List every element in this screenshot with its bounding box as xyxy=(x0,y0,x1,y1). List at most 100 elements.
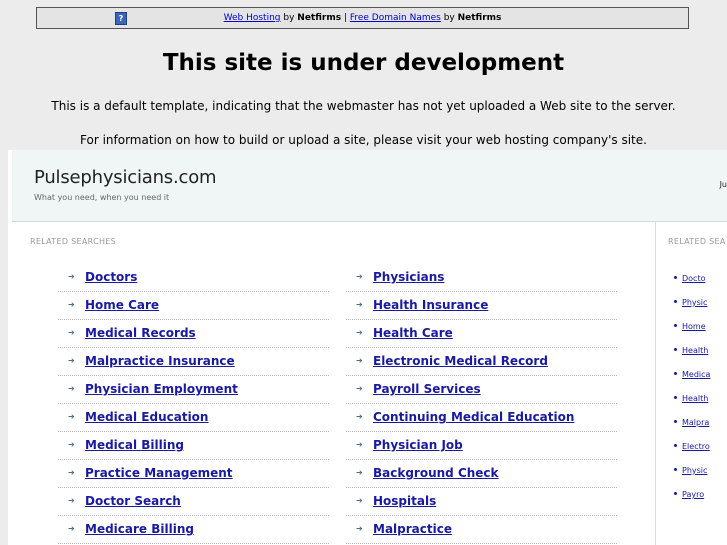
list-item: ➔ Medical Records xyxy=(58,320,329,348)
arrow-icon: ➔ xyxy=(68,524,75,533)
sidebar-link[interactable]: Medica xyxy=(682,370,710,379)
netfirms-text: Netfirms xyxy=(297,13,342,23)
hosting-info-message: For information on how to build or uploa… xyxy=(80,133,647,147)
arrow-icon: ➔ xyxy=(356,524,363,533)
bullet-icon xyxy=(674,396,677,399)
sidebar-link-item: Medica xyxy=(674,370,710,379)
arrow-icon: ➔ xyxy=(356,356,363,365)
related-search-link[interactable]: Malpractice Insurance xyxy=(85,354,235,368)
related-searches-main: RELATED SEARCHES ➔ Doctors ➔ Home Care ➔ Medi… xyxy=(12,222,656,545)
arrow-icon: ➔ xyxy=(356,412,363,421)
related-search-link[interactable]: Background Check xyxy=(373,466,499,480)
list-item: ➔ Physician Employment xyxy=(58,376,329,404)
related-search-link[interactable]: Malpractice xyxy=(373,522,452,536)
arrow-icon: ➔ xyxy=(356,272,363,281)
arrow-icon: ➔ xyxy=(68,356,75,365)
related-search-link[interactable]: Health Care xyxy=(373,326,453,340)
sidebar-link-item: Malpra xyxy=(674,418,709,427)
list-item: ➔ Doctor Search xyxy=(58,488,329,516)
sidebar-link-item: Physic xyxy=(674,298,707,307)
related-search-link[interactable]: Physician Job xyxy=(373,438,463,452)
list-item: ➔ Payroll Services xyxy=(346,376,617,404)
list-item: ➔ Background Check xyxy=(346,460,617,488)
list-item: ➔ Physician Job xyxy=(346,432,617,460)
sidebar-link-item: Health xyxy=(674,394,708,403)
related-search-link[interactable]: Medical Billing xyxy=(85,438,184,452)
web-hosting-link[interactable]: Web Hosting xyxy=(224,13,281,23)
bullet-icon xyxy=(674,492,677,495)
list-item: ➔ Medical Billing xyxy=(58,432,329,460)
banner-by-text: by xyxy=(280,13,298,23)
bullet-icon xyxy=(674,324,677,327)
netfirms-text: Netfirms xyxy=(457,13,502,23)
header-right-text: Ju xyxy=(719,180,727,189)
free-domain-link[interactable]: Free Domain Names xyxy=(350,13,441,23)
related-search-link[interactable]: Payroll Services xyxy=(373,382,481,396)
related-search-link[interactable]: Doctor Search xyxy=(85,494,181,508)
sidebar-link-item: Health xyxy=(674,346,708,355)
arrow-icon: ➔ xyxy=(68,272,75,281)
bullet-icon xyxy=(674,420,677,423)
site-header: Pulsephysicians.com What you need, when … xyxy=(12,150,727,222)
sidebar-link[interactable]: Health xyxy=(682,346,708,355)
related-search-link[interactable]: Physicians xyxy=(373,270,444,284)
hosting-banner: ? Web Hosting by Netfirms | Free Domain … xyxy=(36,7,689,29)
related-searches-label: RELATED SEARCHES xyxy=(30,237,117,246)
sidebar-label: RELATED SEA xyxy=(668,237,726,246)
list-item: ➔ Electronic Medical Record xyxy=(346,348,617,376)
question-icon[interactable]: ? xyxy=(115,12,127,25)
sidebar-link[interactable]: Docto xyxy=(682,274,705,283)
related-search-link[interactable]: Medical Records xyxy=(85,326,196,340)
arrow-icon: ➔ xyxy=(68,300,75,309)
default-template-message: This is a default template, indicating t… xyxy=(51,99,676,113)
bullet-icon xyxy=(674,372,677,375)
sidebar-link-item: Payro xyxy=(674,490,704,499)
arrow-icon: ➔ xyxy=(356,384,363,393)
related-search-link[interactable]: Electronic Medical Record xyxy=(373,354,548,368)
sidebar-link[interactable]: Payro xyxy=(682,490,704,499)
list-item: ➔ Doctors xyxy=(58,264,329,292)
right-link-column: ➔ Physicians ➔ Health Insurance ➔ Health Care… xyxy=(346,264,617,544)
related-search-link[interactable]: Practice Management xyxy=(85,466,233,480)
related-search-link[interactable]: Hospitals xyxy=(373,494,436,508)
related-search-link[interactable]: Medical Education xyxy=(85,410,208,424)
list-item: ➔ Health Insurance xyxy=(346,292,617,320)
related-search-link[interactable]: Health Insurance xyxy=(373,298,488,312)
sidebar-link-item: Docto xyxy=(674,274,705,283)
bullet-icon xyxy=(674,300,677,303)
arrow-icon: ➔ xyxy=(68,468,75,477)
sidebar-link[interactable]: Health xyxy=(682,394,708,403)
sidebar-link-item: Home xyxy=(674,322,706,331)
related-search-link[interactable]: Home Care xyxy=(85,298,159,312)
list-item: ➔ Medical Education xyxy=(58,404,329,432)
related-search-link[interactable]: Physician Employment xyxy=(85,382,238,396)
banner-separator: | xyxy=(341,13,350,23)
left-link-column: ➔ Doctors ➔ Home Care ➔ Medical Records ➔ Malpr… xyxy=(58,264,329,544)
related-search-link[interactable]: Medicare Billing xyxy=(85,522,194,536)
related-search-link[interactable]: Doctors xyxy=(85,270,137,284)
sidebar-link[interactable]: Electro xyxy=(682,442,710,451)
arrow-icon: ➔ xyxy=(356,300,363,309)
bullet-icon xyxy=(674,468,677,471)
arrow-icon: ➔ xyxy=(356,440,363,449)
sidebar-link-item: Physic xyxy=(674,466,707,475)
parked-page-frame: Pulsephysicians.com What you need, when … xyxy=(8,150,727,545)
list-item: ➔ Physicians xyxy=(346,264,617,292)
list-item: ➔ Medicare Billing xyxy=(58,516,329,544)
sidebar-link-item: Electro xyxy=(674,442,710,451)
arrow-icon: ➔ xyxy=(356,328,363,337)
bullet-icon xyxy=(674,444,677,447)
arrow-icon: ➔ xyxy=(68,412,75,421)
sidebar-link[interactable]: Physic xyxy=(682,298,707,307)
sidebar-link[interactable]: Malpra xyxy=(682,418,709,427)
sidebar-link[interactable]: Home xyxy=(682,322,706,331)
related-search-link[interactable]: Continuing Medical Education xyxy=(373,410,574,424)
arrow-icon: ➔ xyxy=(68,328,75,337)
related-searches-sidebar: RELATED SEA Docto Physic Home Health Medica H… xyxy=(656,222,727,545)
page-heading: This site is under development xyxy=(162,50,565,76)
sidebar-link[interactable]: Physic xyxy=(682,466,707,475)
site-title[interactable]: Pulsephysicians.com xyxy=(34,167,217,188)
arrow-icon: ➔ xyxy=(356,496,363,505)
list-item: ➔ Health Care xyxy=(346,320,617,348)
banner-by-text: by xyxy=(440,13,458,23)
